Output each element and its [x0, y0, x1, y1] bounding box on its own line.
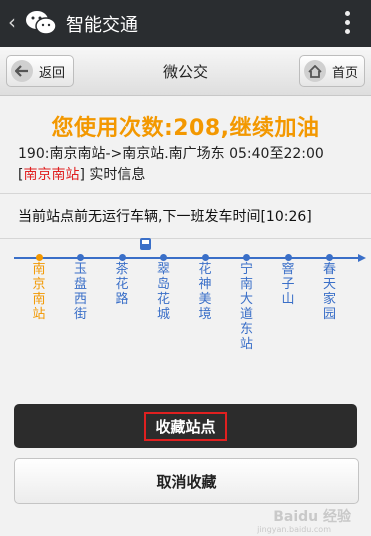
cancel-favorite-button[interactable]: 取消收藏 [14, 458, 359, 504]
favorite-stop-button[interactable]: 收藏站点 [14, 404, 357, 448]
stop-dot [35, 254, 43, 261]
more-menu-icon[interactable] [345, 11, 351, 35]
stop-dot [243, 254, 250, 261]
home-button[interactable]: 首页 [299, 55, 365, 87]
next-bus-info: 当前站点前无运行车辆,下一班发车时间[10:26] [18, 209, 312, 225]
stop-name[interactable]: 南京南站 [32, 262, 46, 322]
stop-dot [160, 254, 167, 261]
stop-name[interactable]: 茶花路 [115, 262, 129, 307]
usage-count-banner: 您使用次数:208,继续加油 [51, 116, 320, 141]
station-name[interactable]: 南京南站 [23, 167, 79, 183]
stop-dot [77, 254, 84, 261]
stop-name[interactable]: 春天家园 [323, 262, 337, 322]
stop-name[interactable]: 玉盘西街 [74, 262, 88, 322]
wechat-icon [26, 11, 57, 35]
stop-name[interactable]: 宁南大道东站 [240, 262, 254, 352]
nav-bar: 返回 微公交 首页 [0, 47, 371, 96]
top-bar: ‹ 智能交通 [0, 0, 371, 47]
stop-dot [326, 254, 333, 261]
stop-dot [118, 254, 126, 261]
home-icon [304, 60, 326, 82]
watermark-url: jingyan.baidu.com [257, 525, 331, 534]
route-summary: 190:南京南站->南京站.南广场东 05:40至22:00 [18, 146, 324, 162]
station-info: [南京南站] 实时信息 [18, 167, 146, 183]
bus-line-map: 南京南站 玉盘西街 茶花路 翠岛花城 花神美境 宁南大道东站 窨子山 春天家园 [0, 238, 371, 370]
app-title: 智能交通 [66, 15, 138, 36]
stop-dot [284, 254, 292, 261]
watermark-logo: Baidu 经验 [273, 509, 351, 525]
stop-name[interactable]: 窨子山 [281, 262, 295, 307]
divider [0, 238, 371, 239]
stop-dot [201, 254, 209, 261]
chevron-left-icon[interactable]: ‹ [8, 10, 16, 34]
stop-name[interactable]: 翠岛花城 [157, 262, 171, 322]
route-line-track [14, 254, 366, 262]
bus-icon [140, 238, 151, 250]
divider [0, 193, 371, 194]
home-label: 首页 [332, 65, 359, 81]
stop-name[interactable]: 花神美境 [198, 262, 212, 322]
